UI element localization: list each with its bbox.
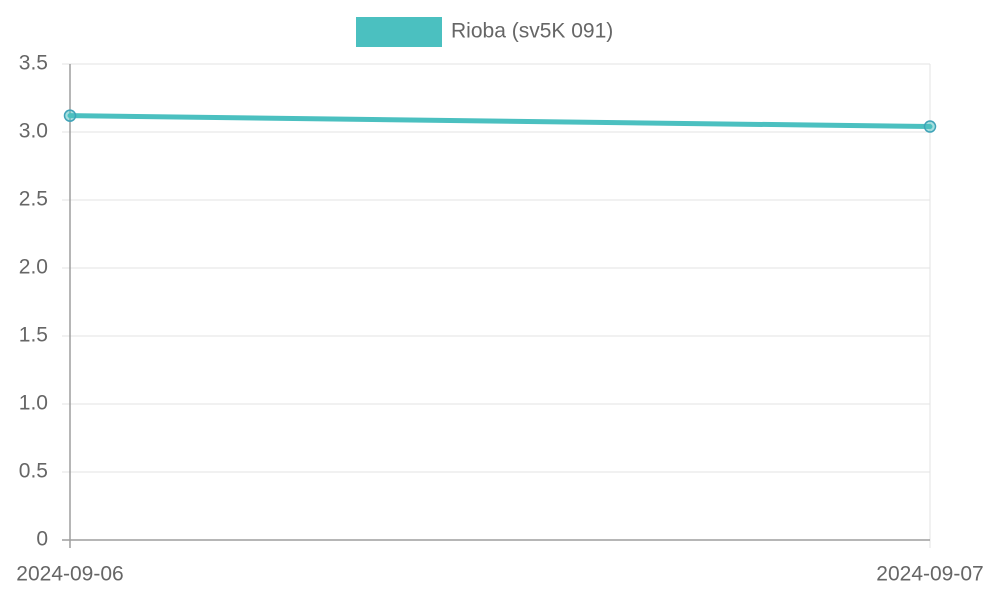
series-line bbox=[67, 113, 933, 130]
y-tick-label: 0 bbox=[36, 528, 48, 551]
data-point bbox=[923, 120, 937, 133]
x-axis-ticks: 2024-09-06 2024-09-07 bbox=[16, 563, 983, 586]
x-tick-label: 2024-09-06 bbox=[16, 563, 123, 586]
y-tick-label: 3.0 bbox=[19, 120, 48, 143]
x-tick-label: 2024-09-07 bbox=[876, 563, 983, 586]
y-tick-label: 2.0 bbox=[19, 256, 48, 279]
y-tick-label: 2.5 bbox=[19, 188, 48, 211]
y-tick-label: 1.0 bbox=[19, 392, 48, 415]
line-chart: Rioba (sv5K 091) 0 0.5 1.0 1.5 2.0 2.5 3.0 3.5 … bbox=[0, 0, 1000, 600]
y-axis-ticks: 0 0.5 1.0 1.5 2.0 2.5 3.0 3.5 bbox=[19, 52, 48, 551]
y-tick-label: 3.5 bbox=[19, 52, 48, 75]
y-tick-label: 1.5 bbox=[19, 324, 48, 347]
gridlines bbox=[62, 63, 931, 548]
legend[interactable]: Rioba (sv5K 091) bbox=[356, 17, 613, 47]
series-plot bbox=[63, 109, 937, 133]
axes bbox=[62, 64, 930, 548]
legend-label: Rioba (sv5K 091) bbox=[451, 20, 613, 43]
y-tick-label: 0.5 bbox=[19, 460, 48, 483]
data-point bbox=[63, 109, 77, 122]
legend-swatch bbox=[356, 17, 442, 47]
chart-canvas: Rioba (sv5K 091) 00.51.01.52.02.53.03.5 … bbox=[16, 17, 984, 586]
